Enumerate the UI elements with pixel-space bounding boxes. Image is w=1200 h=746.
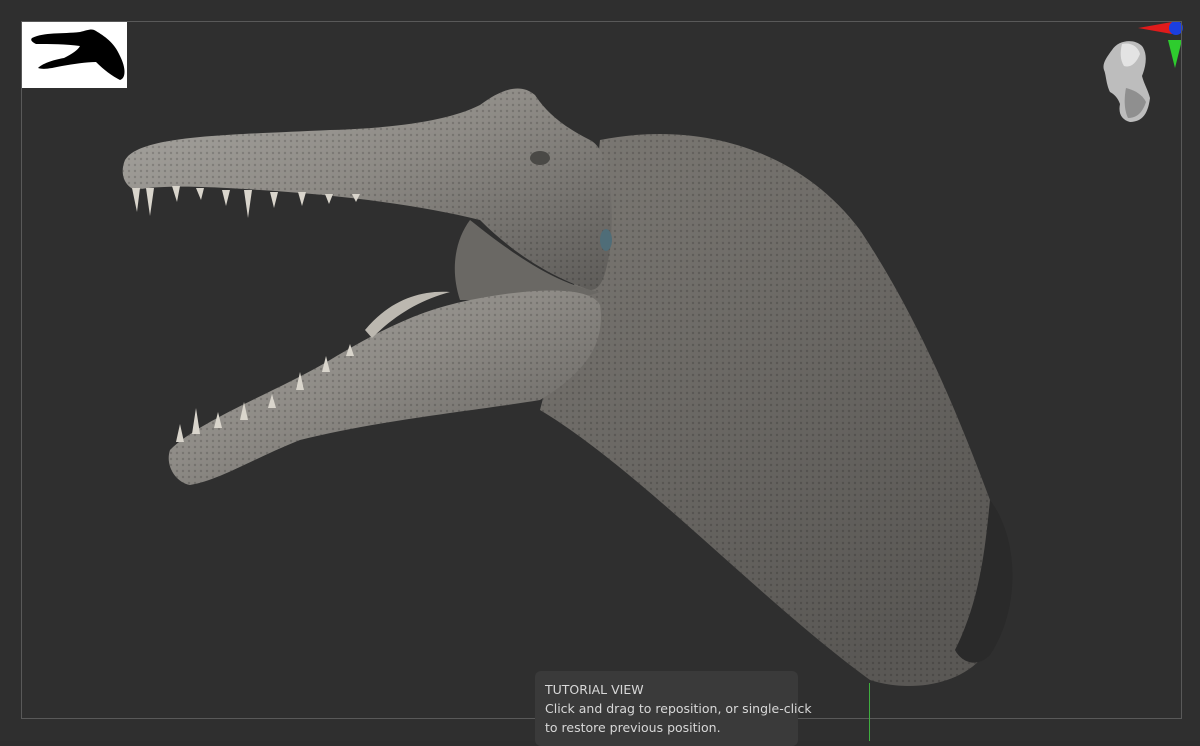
tooltip-title: TUTORIAL VIEW xyxy=(545,682,644,697)
dinosaur-head-model[interactable] xyxy=(0,0,1200,741)
navigation-head-icon[interactable] xyxy=(1090,18,1190,128)
tooltip-line-1: Click and drag to reposition, or single-… xyxy=(545,701,812,716)
silhouette-icon xyxy=(31,29,125,80)
3d-viewport[interactable]: TUTORIAL VIEW Click and drag to repositi… xyxy=(0,0,1200,746)
tooltip-line-2: to restore previous position. xyxy=(545,720,721,735)
y-axis-line xyxy=(869,683,870,741)
tutorial-view-tooltip: TUTORIAL VIEW Click and drag to repositi… xyxy=(535,671,812,746)
model-silhouette-thumbnail[interactable] xyxy=(22,22,127,88)
